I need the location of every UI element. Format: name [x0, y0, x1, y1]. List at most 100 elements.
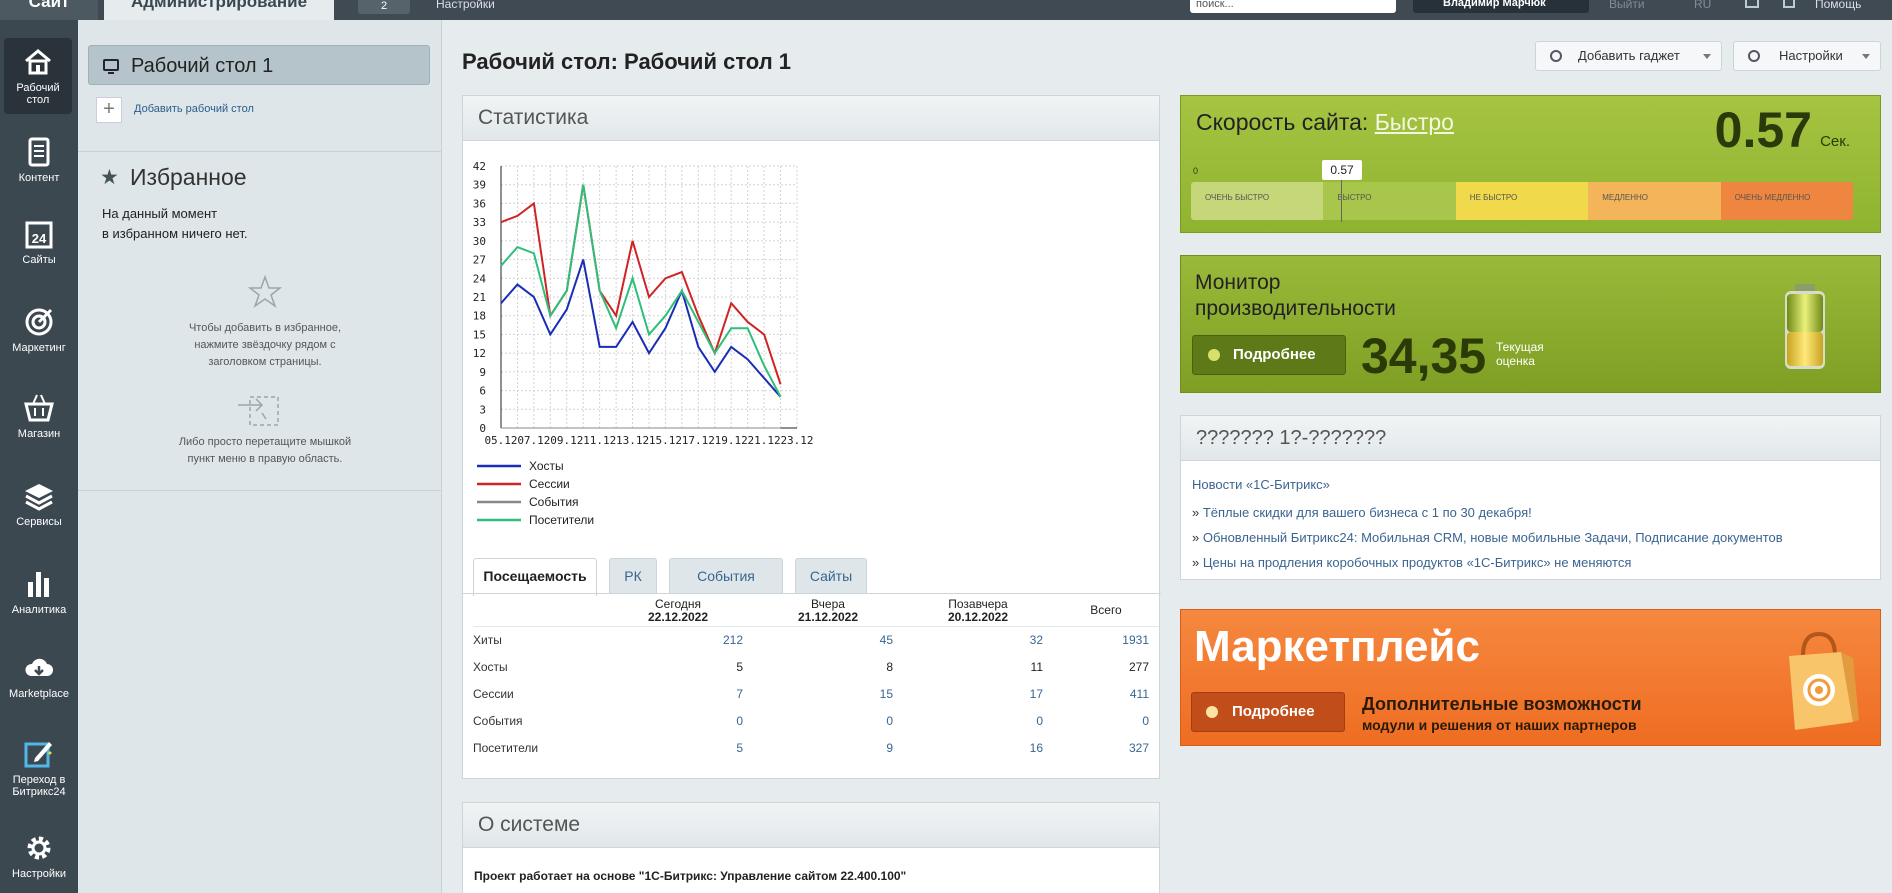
x-tick-label: 19.12 [715, 434, 748, 447]
news-source-link[interactable]: Новости «1С-Битрикс» [1192, 477, 1330, 492]
x-tick-label: 21.12 [748, 434, 781, 447]
svg-text:24: 24 [32, 231, 47, 246]
row-label: Хиты [473, 632, 502, 647]
user-menu[interactable]: Владимир Марчюк [1413, 0, 1589, 13]
table-cell[interactable]: 9 [753, 734, 903, 761]
legend-label: Хосты [529, 459, 564, 473]
site-speed-value-link[interactable]: Быстро [1375, 109, 1454, 135]
row-label: Хосты [473, 659, 508, 674]
table-cell[interactable]: 32 [903, 626, 1053, 653]
table-cell[interactable]: 0 [903, 707, 1053, 734]
notification-counter[interactable]: 2 [358, 0, 410, 14]
top-settings-link[interactable]: Настройки [436, 0, 495, 11]
tab-sites[interactable]: Сайты [795, 558, 867, 594]
y-tick-label: 24 [473, 272, 487, 285]
nav-item-shop[interactable]: Магазин [0, 392, 78, 440]
table-cell[interactable]: 212 [603, 626, 753, 653]
column-date: 21.12.2022 [797, 609, 859, 624]
y-tick-label: 3 [479, 403, 486, 416]
table-cell[interactable]: 5 [603, 734, 753, 761]
column-date: 22.12.2022 [647, 609, 709, 624]
add-desktop-link[interactable]: Добавить рабочий стол [134, 103, 254, 115]
table-header: Сегодня 22.12.2022 [603, 596, 753, 627]
tab-admin[interactable]: Администрирование [104, 0, 334, 20]
y-tick-label: 15 [473, 328, 486, 341]
y-tick-label: 36 [473, 197, 486, 210]
tab-traffic[interactable]: Посещаемость [473, 558, 597, 596]
tab-events[interactable]: События [669, 558, 783, 594]
monitor-details-button[interactable]: Подробнее [1192, 335, 1346, 375]
table-cell[interactable]: 0 [753, 707, 903, 734]
score-label-line: оценка [1496, 354, 1535, 368]
table-cell[interactable]: 15 [753, 680, 903, 707]
x-tick-label: 05.12 [484, 434, 517, 447]
settings-button[interactable]: Настройки [1733, 41, 1881, 71]
table-cell: 5 [736, 659, 743, 674]
statistics-gadget: Статистика 0 3 6 9 12 15 18 21 24 27 30 33 36 39 42 05.… [462, 95, 1161, 779]
y-tick-label: 12 [473, 347, 486, 360]
y-tick-label: 18 [473, 310, 486, 323]
search-input[interactable]: поиск... [1190, 0, 1396, 13]
table-cell[interactable]: 7 [603, 680, 753, 707]
desktop-item[interactable]: Рабочий стол 1 [88, 45, 430, 85]
shopping-bag-icon [1789, 631, 1859, 730]
nav-item-desktop[interactable]: Рабочий стол [4, 38, 72, 114]
marketplace-desc-title: Дополнительные возможности [1362, 694, 1642, 714]
site-speed-caption: Скорость сайта: [1196, 109, 1369, 135]
table-cell[interactable]: 17 [903, 680, 1053, 707]
news-item[interactable]: Цены на продления коробочных продуктов «… [1192, 555, 1632, 570]
top-bar: Сайт Администрирование 2 Настройки поиск… [0, 0, 1892, 20]
nav-label: Настройки [12, 868, 66, 880]
home-icon [25, 49, 51, 75]
tab-rk[interactable]: РК [609, 558, 657, 594]
pencil-icon [24, 742, 52, 768]
statistics-tabs: Посещаемость РК События Сайты [473, 558, 1153, 596]
statistics-title[interactable]: Статистика [463, 96, 1159, 141]
window-icon[interactable] [1745, 0, 1759, 8]
news-item[interactable]: Тёплые скидки для вашего бизнеса с 1 по … [1192, 505, 1532, 520]
gear-icon [27, 836, 51, 860]
nav-item-analytics[interactable]: Аналитика [0, 568, 78, 616]
nav-item-bitrix24[interactable]: Переход в Битрикс24 [0, 738, 78, 798]
table-cell: 11 [1030, 659, 1043, 674]
add-gadget-label: Добавить гаджет [1578, 48, 1680, 63]
nav-item-sites[interactable]: 24 Сайты [0, 218, 78, 266]
news-item[interactable]: Обновленный Битрикс24: Мобильная CRM, но… [1192, 530, 1783, 545]
site-speed-gadget: Скорость сайта: Быстро 0.57 Сек. 0 ОЧЕНЬ… [1180, 95, 1881, 233]
add-desktop-button[interactable]: + [96, 97, 122, 123]
nav-label: Переход в Битрикс24 [12, 774, 66, 798]
tab-site[interactable]: Сайт [0, 0, 98, 20]
x-tick-label: 07.12 [517, 434, 550, 447]
nav-item-marketing[interactable]: Маркетинг [0, 306, 78, 354]
nav-item-services[interactable]: Сервисы [0, 480, 78, 528]
news-title[interactable]: ??????? 1?-??????? [1181, 416, 1880, 461]
table-row: Посетители 5 9 16 327 [473, 734, 1159, 761]
x-tick-label: 23.12 [780, 434, 813, 447]
document-icon [28, 137, 50, 167]
table-cell[interactable]: 45 [753, 626, 903, 653]
nav-item-settings[interactable]: Настройки [0, 832, 78, 880]
pin-icon[interactable] [1783, 0, 1795, 8]
table-cell[interactable]: 411 [1053, 680, 1159, 707]
divider [78, 490, 442, 491]
sun-icon [1550, 50, 1562, 62]
table-cell[interactable]: 0 [1053, 707, 1159, 734]
table-cell[interactable]: 0 [603, 707, 753, 734]
table-cell[interactable]: 1931 [1053, 626, 1159, 653]
exit-link[interactable]: Выйти [1609, 0, 1645, 11]
speed-scale-segment: МЕДЛЕННО [1588, 182, 1722, 220]
language-switch[interactable]: RU [1694, 0, 1711, 11]
nav-label: Рабочий стол [16, 82, 60, 106]
add-gadget-button[interactable]: Добавить гаджет [1535, 41, 1722, 71]
nav-item-marketplace[interactable]: Marketplace [0, 652, 78, 700]
about-title[interactable]: О системе [463, 803, 1159, 848]
table-cell[interactable]: 16 [903, 734, 1053, 761]
performance-monitor-gadget: Монитор производительности Подробнее 34,… [1180, 255, 1881, 393]
marketplace-details-button[interactable]: Подробнее [1191, 692, 1345, 732]
nav-label: Магазин [17, 428, 61, 440]
nav-item-content[interactable]: Контент [0, 136, 78, 184]
table-header-row: Сегодня 22.12.2022 Вчера 21.12.2022 Позавч… [473, 596, 1159, 627]
table-cell[interactable]: 327 [1053, 734, 1159, 761]
help-link[interactable]: Помощь [1815, 0, 1861, 11]
favorites-empty-line: На данный момент [102, 206, 218, 221]
